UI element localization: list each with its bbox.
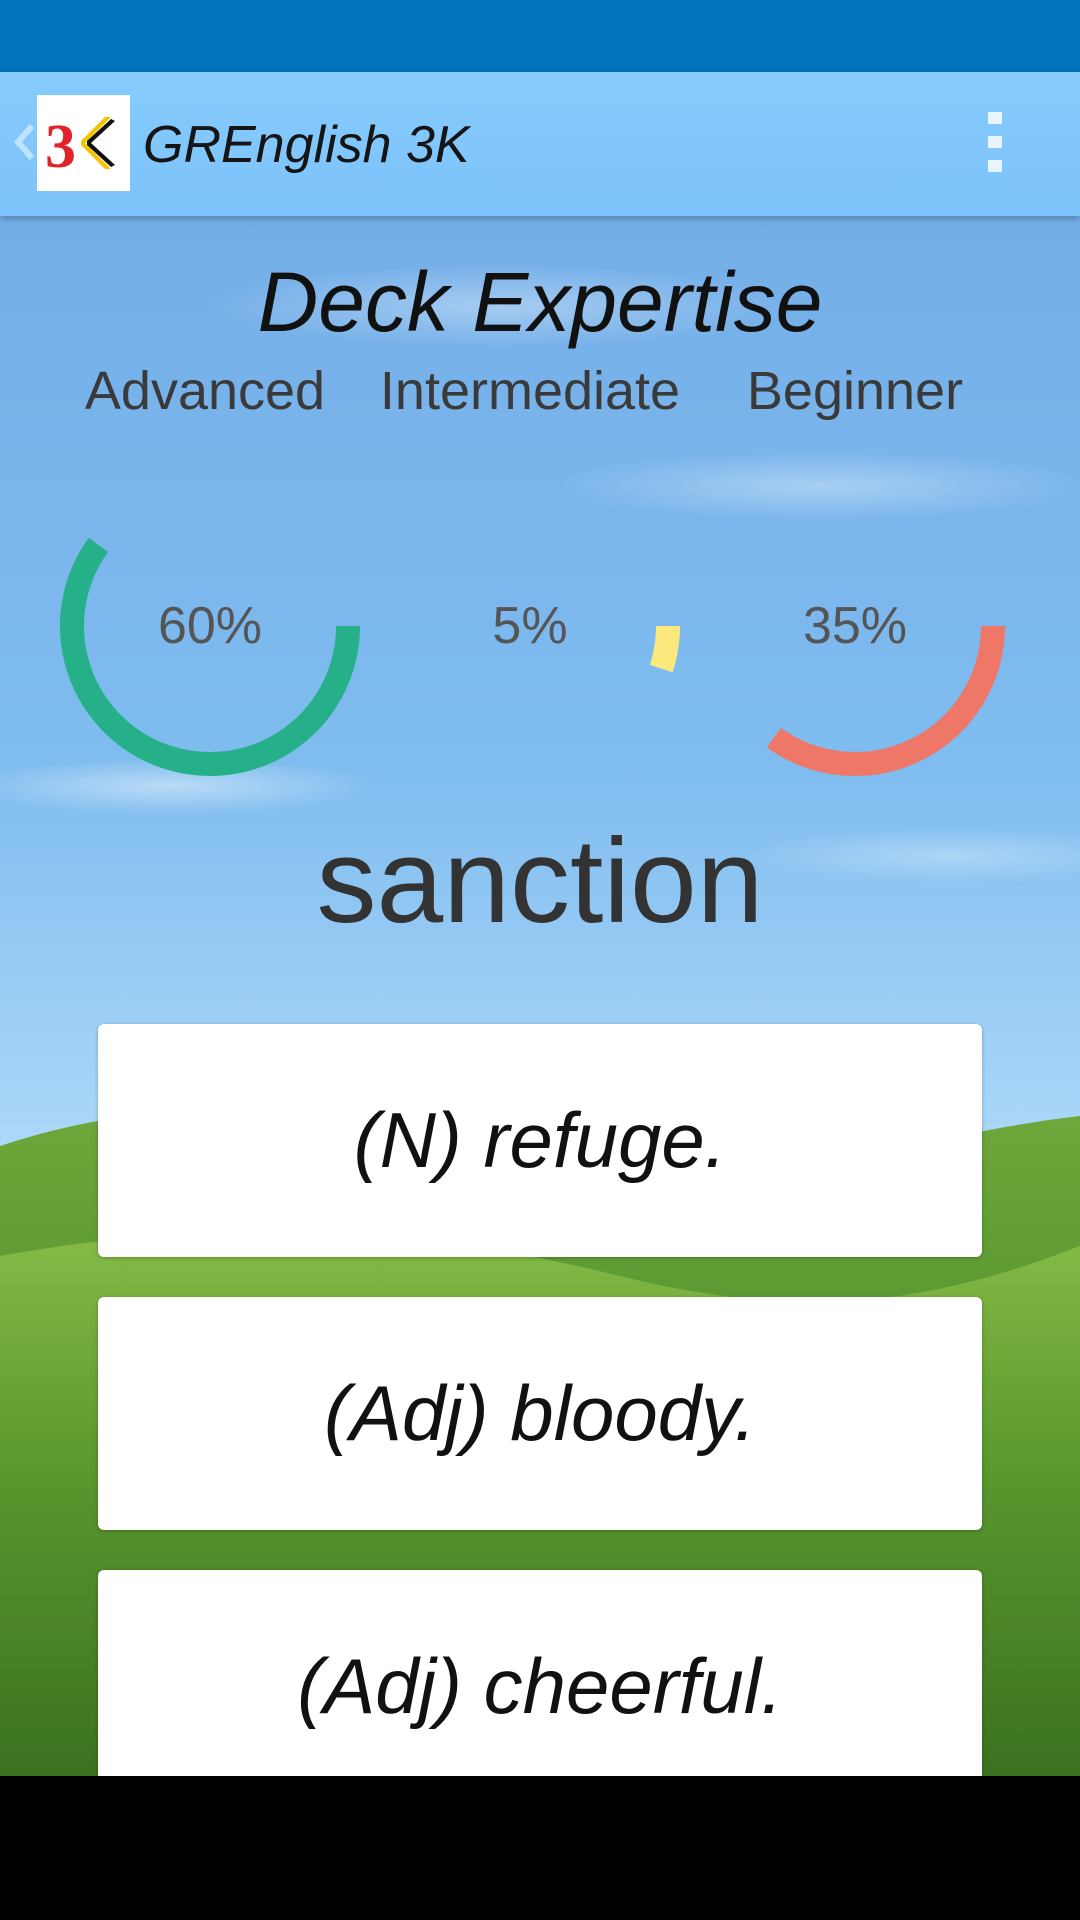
app-bar: 3 GREnglish 3K [0,72,1080,216]
overflow-menu-icon[interactable] [980,112,1010,178]
app-title: GREnglish 3K [143,116,470,174]
deck-expertise-title: Deck Expertise [257,255,823,349]
advanced-gauge: 60% [55,471,365,781]
level-label-intermediate: Intermediate [379,361,681,421]
beginner-percent: 35% [802,597,908,655]
advanced-percent: 60% [157,597,263,655]
status-bar [0,0,1080,72]
quiz-word: sanction [316,814,764,948]
chevron-left-icon[interactable] [10,112,38,172]
intermediate-gauge: 5% [375,471,685,781]
navigation-bar [0,1776,1080,1920]
background-landscape [0,1106,1080,1776]
level-label-beginner: Beginner [746,361,964,421]
intermediate-percent: 5% [492,597,568,655]
beginner-gauge: 35% [700,471,1010,781]
quiz-screen: Deck Expertise Advanced Intermediate Beg… [0,216,1080,1776]
svg-text:3: 3 [45,113,76,181]
answer-option-2[interactable]: (Adj) bloody. [98,1297,982,1530]
answer-option-1[interactable]: (N) refuge. [98,1024,982,1257]
answer-option-3[interactable]: (Adj) cheerful. [98,1570,982,1776]
app-logo-icon[interactable]: 3 [37,95,130,191]
level-label-advanced: Advanced [84,361,326,421]
